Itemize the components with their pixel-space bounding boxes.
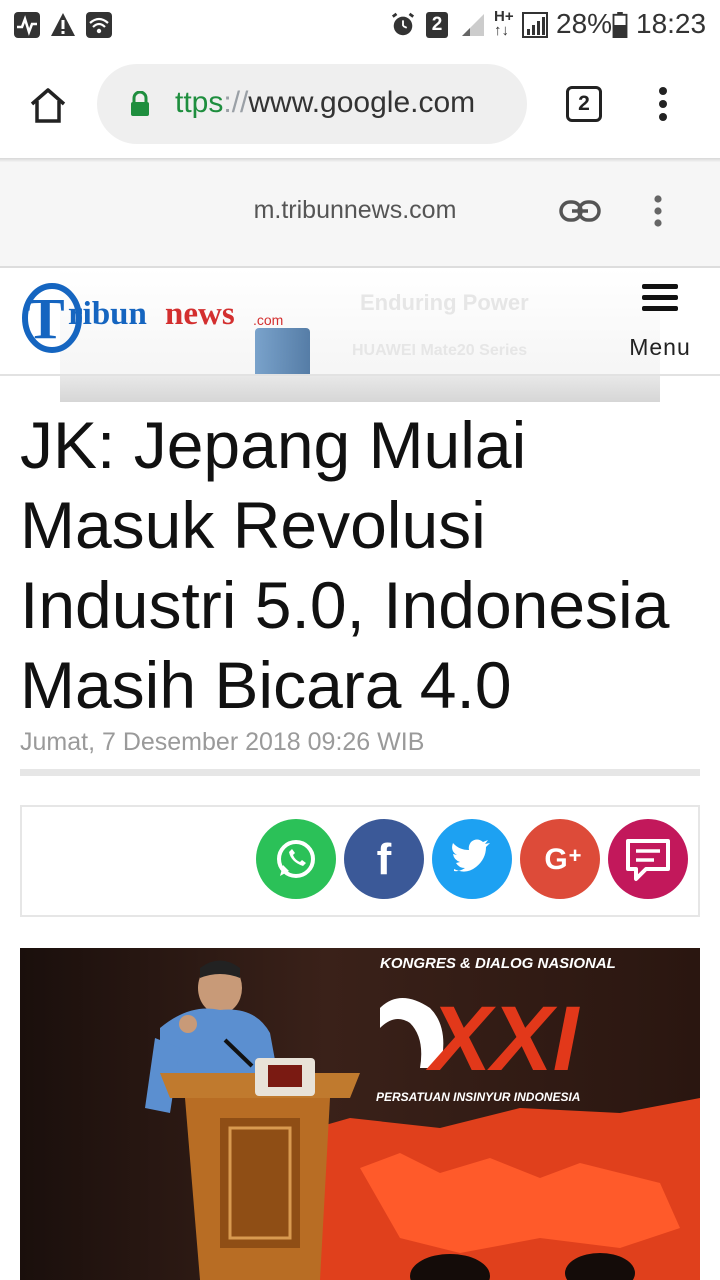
network-type: H+ ↑↓ (494, 8, 514, 39)
menu-button[interactable]: Menu (612, 278, 708, 368)
signal-icon (522, 12, 548, 38)
warning-icon (51, 13, 75, 36)
more-vert-icon[interactable] (650, 194, 666, 228)
clock: 18:23 (636, 8, 707, 39)
signal-icon (462, 14, 484, 36)
sim-2-icon: 2 (426, 12, 448, 38)
more-vert-icon[interactable] (654, 86, 672, 122)
photo-banner-xxi: XXI (425, 988, 581, 1090)
alarm-icon (391, 12, 415, 36)
ad-headline: Enduring Power (360, 290, 529, 315)
svg-text:G: G (544, 843, 567, 876)
battery-percent: 28% (556, 8, 613, 39)
svg-text:f: f (377, 835, 392, 884)
article-photo[interactable]: XXI KONGRES & DIALOG NASIONAL PERSATUAN … (20, 948, 700, 1280)
link-icon[interactable] (559, 199, 601, 223)
hamburger-icon-line (642, 306, 678, 311)
comment-icon (626, 839, 670, 881)
battery-icon (612, 12, 628, 38)
twitter-icon (452, 839, 490, 872)
share-bar: f G + (20, 805, 700, 917)
comment-button[interactable] (608, 819, 688, 899)
article-date: Jumat, 7 Desember 2018 09:26 WIB (20, 728, 425, 756)
data-arrows-icon: ↑↓ (494, 22, 509, 39)
browser-toolbar: ttps://www.google.com 2 (0, 50, 720, 160)
article-headline: JK: Jepang Mulai Masuk Revolusi Industri… (20, 408, 670, 722)
ad-subline: HUAWEI Mate20 Series (352, 342, 528, 359)
hamburger-icon (642, 284, 678, 289)
site-header: Enduring Power HUAWEI Mate20 Series T ri… (0, 268, 720, 376)
svg-text:news: news (165, 296, 235, 332)
tab-switcher-button[interactable]: 2 (566, 86, 602, 122)
svg-text:T: T (26, 286, 65, 351)
divider (20, 769, 700, 776)
custom-tab-bar: m.tribunnews.com (0, 162, 720, 268)
address-bar[interactable]: ttps://www.google.com (97, 64, 527, 144)
google-plus-icon: G + (544, 843, 582, 876)
banner-ad-bottom[interactable] (60, 376, 660, 402)
svg-text:+: + (569, 843, 582, 868)
whatsapp-share-button[interactable] (256, 819, 336, 899)
photo-scene: XXI KONGRES & DIALOG NASIONAL PERSATUAN … (20, 948, 700, 1280)
url-text[interactable]: ttps://www.google.com (175, 86, 475, 120)
photo-banner-subtitle: PERSATUAN INSINYUR INDONESIA (376, 1090, 580, 1104)
svg-text:.com: .com (253, 312, 283, 328)
status-bar: 2 H+ ↑↓ 28% 18:23 (0, 0, 720, 50)
activity-icon (14, 12, 40, 38)
tab-url[interactable]: m.tribunnews.com (0, 196, 720, 225)
lock-icon (131, 91, 149, 116)
facebook-icon: f (377, 835, 392, 884)
wifi-icon (86, 12, 112, 38)
svg-text:ribun: ribun (68, 296, 147, 332)
hamburger-icon-line (642, 295, 678, 300)
tribunnews-logo[interactable]: T ribun news .com (22, 278, 292, 358)
whatsapp-icon (277, 840, 315, 878)
google-plus-share-button[interactable]: G + (520, 819, 600, 899)
facebook-share-button[interactable]: f (344, 819, 424, 899)
home-icon[interactable] (28, 86, 68, 124)
photo-banner-title: KONGRES & DIALOG NASIONAL (380, 955, 616, 972)
twitter-share-button[interactable] (432, 819, 512, 899)
menu-label: Menu (629, 334, 691, 360)
